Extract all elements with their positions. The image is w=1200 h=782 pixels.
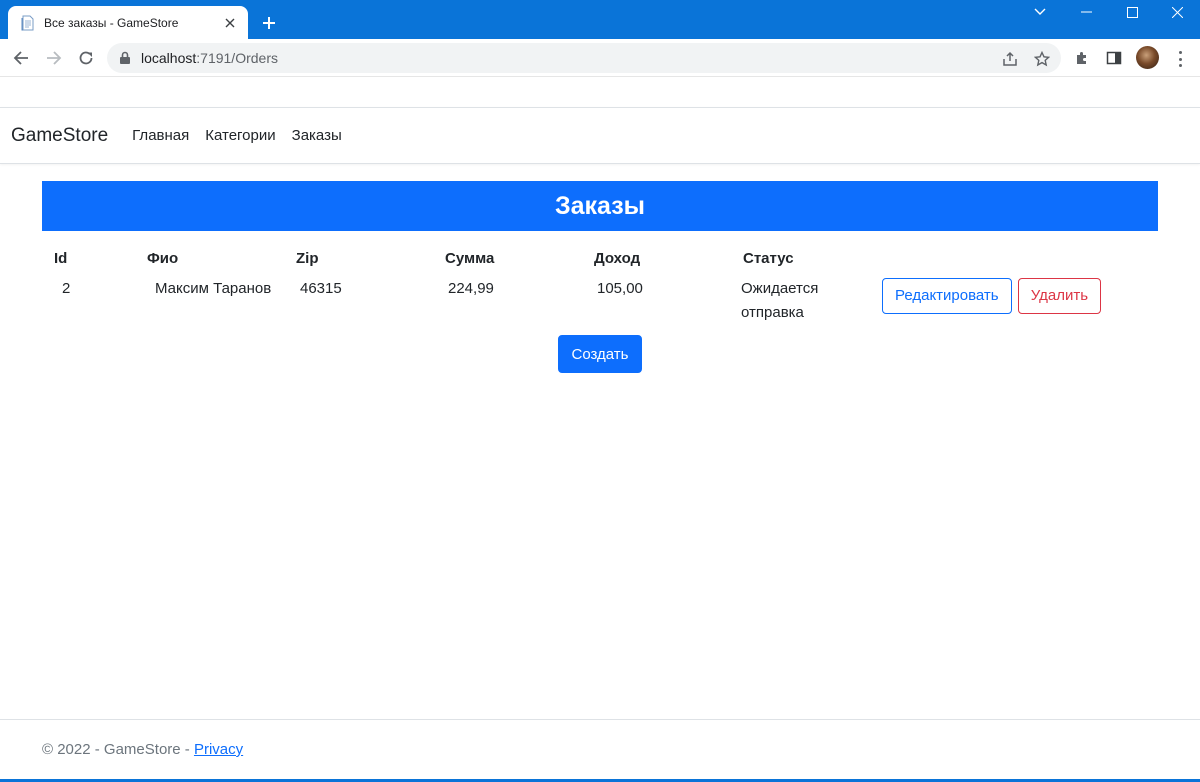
page-title: Заказы (554, 191, 646, 220)
address-bar[interactable]: localhost:7191/Orders (107, 43, 1061, 73)
close-tab-icon[interactable] (222, 15, 238, 31)
close-window-icon[interactable] (1154, 0, 1200, 24)
page-header: Заказы (42, 181, 1158, 231)
orders-table: Id Фио Zip Сумма Доход Статус 2 Максим Т… (42, 246, 1158, 329)
cell-status: Ожидается отправка (741, 280, 819, 321)
create-button[interactable]: Создать (558, 335, 642, 373)
forward-arrow-icon[interactable] (42, 47, 66, 69)
maximize-icon[interactable] (1109, 0, 1155, 24)
footer: © 2022 - GameStore - Privacy (0, 719, 1200, 782)
column-header-fio: Фио (147, 250, 179, 267)
column-header-id: Id (54, 250, 68, 267)
back-arrow-icon[interactable] (9, 47, 33, 69)
lock-icon (119, 51, 131, 65)
tab-title: Все заказы - GameStore (44, 15, 179, 30)
privacy-link[interactable]: Privacy (194, 741, 243, 758)
table-header-row: Id Фио Zip Сумма Доход Статус (42, 246, 1158, 273)
column-header-sum: Сумма (445, 250, 495, 267)
browser-tab[interactable]: Все заказы - GameStore (8, 6, 248, 39)
new-tab-icon[interactable] (258, 12, 280, 34)
delete-button[interactable]: Удалить (1017, 278, 1102, 314)
bookmark-star-icon[interactable] (1033, 50, 1051, 68)
column-header-actions (876, 246, 1158, 273)
cell-income: 105,00 (597, 280, 643, 297)
site-navbar: GameStore Главная Категории Заказы (0, 107, 1200, 164)
brand-link[interactable]: GameStore (11, 125, 108, 147)
nav-link-orders[interactable]: Заказы (292, 127, 342, 144)
more-menu-icon[interactable] (1172, 49, 1188, 69)
column-header-zip: Zip (296, 250, 319, 267)
nav-link-categories[interactable]: Категории (205, 127, 275, 144)
url-path: :7191/Orders (196, 50, 278, 66)
cell-sum: 224,99 (448, 280, 494, 297)
cell-zip: 46315 (300, 280, 342, 297)
cell-fio: Максим Таранов (155, 280, 272, 297)
minimize-icon[interactable] (1063, 0, 1109, 24)
reload-icon[interactable] (74, 47, 98, 69)
side-panel-icon[interactable] (1104, 48, 1124, 68)
cell-id: 2 (62, 280, 71, 297)
tab-search-chevron-icon[interactable] (1017, 0, 1063, 24)
profile-avatar[interactable] (1136, 46, 1159, 69)
column-header-status: Статус (743, 250, 794, 267)
url-host: localhost (141, 50, 197, 66)
nav-link-home[interactable]: Главная (132, 127, 189, 144)
column-header-income: Доход (594, 250, 641, 267)
page-favicon-icon (20, 15, 36, 31)
footer-text: © 2022 - GameStore - (42, 741, 194, 758)
cell-actions: Редактировать Удалить (876, 273, 1158, 329)
share-icon[interactable] (1001, 50, 1019, 68)
browser-tab-bar: Все заказы - GameStore (0, 0, 1200, 39)
url-text: localhost:7191/Orders (141, 50, 278, 66)
table-row: 2 Максим Таранов 46315 224,99 105,00 Ожи… (42, 273, 1158, 329)
browser-toolbar: localhost:7191/Orders (0, 39, 1200, 77)
extensions-puzzle-icon[interactable] (1072, 48, 1092, 68)
edit-button[interactable]: Редактировать (882, 278, 1012, 314)
